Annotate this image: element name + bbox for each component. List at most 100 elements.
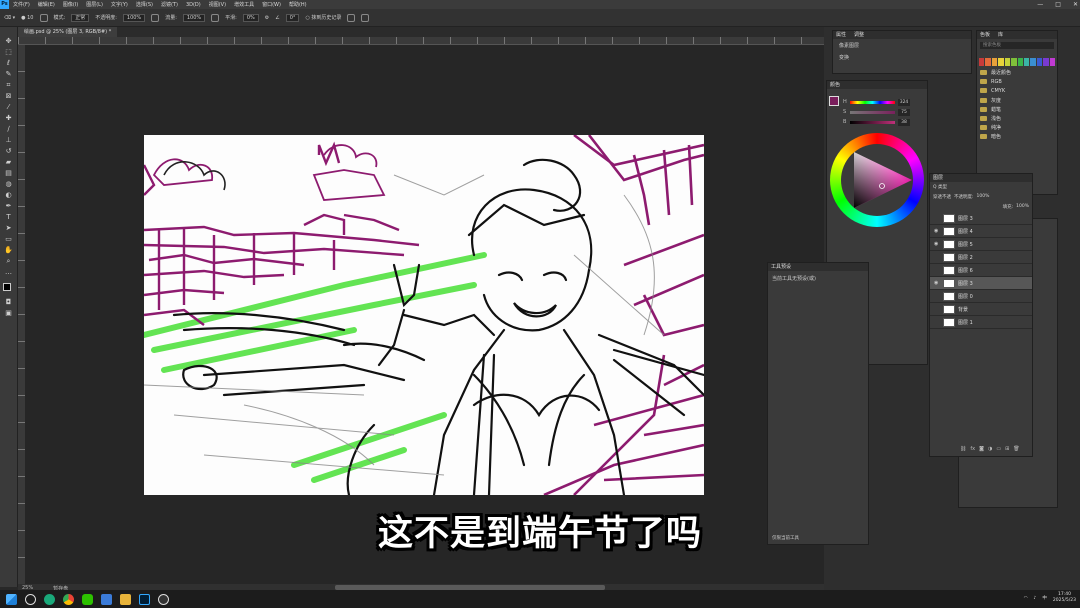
- stamp-icon[interactable]: ⊥: [4, 136, 13, 145]
- pressure-size-icon[interactable]: [347, 13, 356, 22]
- wechat-icon[interactable]: [82, 593, 93, 605]
- eraser-tool-icon[interactable]: ⌫ ▾: [4, 15, 15, 21]
- swatch-color[interactable]: [1036, 58, 1043, 66]
- layer-row[interactable]: 图层 2: [930, 251, 1032, 264]
- brightness-slider[interactable]: [850, 120, 895, 124]
- quick-select-icon[interactable]: ✎: [4, 70, 13, 79]
- more-icon[interactable]: …: [4, 268, 13, 277]
- menu-filter[interactable]: 滤镜(T): [157, 1, 182, 8]
- swatch-folder[interactable]: CMYK: [977, 86, 1057, 95]
- crop-icon[interactable]: ⌗: [4, 81, 13, 90]
- erase-history-checkbox[interactable]: ○ 抹到历史记录: [305, 14, 341, 21]
- swatch-color[interactable]: [991, 58, 998, 66]
- airbrush-icon[interactable]: [211, 13, 220, 22]
- eye-icon[interactable]: ◉: [934, 280, 940, 286]
- menu-plugins[interactable]: 增效工具: [230, 1, 258, 8]
- layer-row[interactable]: ◉ 图层 5: [930, 238, 1032, 251]
- marquee-icon[interactable]: ⬚: [4, 48, 13, 57]
- obs-icon[interactable]: [158, 593, 169, 605]
- layer-row[interactable]: 图层 1: [930, 316, 1032, 329]
- move-icon[interactable]: ✥: [4, 37, 13, 46]
- eyedropper-icon[interactable]: ⁄: [4, 103, 13, 112]
- swatch-color[interactable]: [1017, 58, 1023, 66]
- path-select-icon[interactable]: ➤: [4, 224, 13, 233]
- flow-field[interactable]: 100%: [182, 13, 206, 22]
- menu-3d[interactable]: 3D(D): [182, 2, 205, 8]
- swatch-folder[interactable]: 灰度: [977, 96, 1057, 105]
- mode-select[interactable]: 正常: [71, 13, 90, 22]
- swatch-color[interactable]: [1043, 58, 1049, 66]
- vertical-ruler[interactable]: [18, 45, 25, 585]
- menu-type[interactable]: 文字(Y): [107, 1, 132, 8]
- layer-kind-filter[interactable]: Q 类型: [933, 184, 947, 190]
- transform-label[interactable]: 变换: [833, 52, 971, 63]
- layer-opacity-field[interactable]: 100%: [977, 194, 990, 200]
- tab-libraries[interactable]: 库: [998, 31, 1003, 39]
- pen-icon[interactable]: ✒: [4, 202, 13, 211]
- swatch-color[interactable]: [979, 58, 985, 66]
- current-tool-only-checkbox[interactable]: 仅限当前工具: [772, 535, 799, 541]
- drawing-canvas[interactable]: [144, 135, 704, 495]
- quick-mask-icon[interactable]: ◘: [4, 298, 13, 307]
- swatch-color[interactable]: [1030, 58, 1036, 66]
- screen-mode-icon[interactable]: ▣: [4, 309, 13, 318]
- shape-icon[interactable]: ▭: [4, 235, 13, 244]
- trash-icon[interactable]: 🗑: [1013, 446, 1019, 452]
- clock[interactable]: 17:40 2025/5/23: [1053, 592, 1076, 604]
- brightness-value[interactable]: 38: [898, 118, 910, 126]
- swatch-color[interactable]: [1023, 58, 1030, 66]
- type-icon[interactable]: T: [4, 213, 13, 222]
- layer-row[interactable]: 图层 0: [930, 290, 1032, 303]
- folder-icon[interactable]: [120, 593, 131, 605]
- swatch-folder[interactable]: RGB: [977, 77, 1057, 86]
- fx-icon[interactable]: fx: [970, 446, 975, 452]
- photoshop-logo-icon[interactable]: Ps: [0, 0, 9, 9]
- hand-icon[interactable]: ✋: [4, 246, 13, 255]
- swatch-folder[interactable]: 最近颜色: [977, 68, 1057, 77]
- gradient-icon[interactable]: ▤: [4, 169, 13, 178]
- menu-help[interactable]: 帮助(H): [285, 1, 311, 8]
- start-icon[interactable]: [6, 593, 17, 605]
- swatch-folder[interactable]: 纯净: [977, 123, 1057, 132]
- hue-value[interactable]: 324: [898, 98, 910, 106]
- history-brush-icon[interactable]: ↺: [4, 147, 13, 156]
- explorer-icon[interactable]: [101, 593, 112, 605]
- fill-field[interactable]: 100%: [1016, 204, 1029, 210]
- zoom-icon[interactable]: ⌕: [4, 257, 13, 266]
- menu-window[interactable]: 窗口(W): [258, 1, 285, 8]
- document-tab[interactable]: 绘画.psd @ 25% (图层 3, RGB/8#) *: [18, 27, 118, 37]
- tab-properties[interactable]: 属性: [836, 31, 846, 39]
- swatch-folder[interactable]: 暗色: [977, 132, 1057, 141]
- swatch-search-input[interactable]: 搜索色板: [980, 42, 1054, 49]
- tab-swatches[interactable]: 色板: [980, 31, 990, 39]
- adjustment-icon[interactable]: ◑: [988, 446, 992, 452]
- lasso-icon[interactable]: ℓ: [4, 59, 13, 68]
- brush-preset-picker[interactable]: ● 10: [21, 15, 33, 21]
- swatch-color[interactable]: [1004, 58, 1011, 66]
- angle-field[interactable]: 0°: [285, 13, 300, 22]
- layer-row[interactable]: 图层 6: [930, 264, 1032, 277]
- saturation-slider[interactable]: [850, 110, 895, 114]
- photoshop-icon[interactable]: [139, 593, 150, 605]
- menu-layer[interactable]: 图层(L): [82, 1, 107, 8]
- edge-icon[interactable]: [44, 593, 55, 605]
- dodge-icon[interactable]: ◐: [4, 191, 13, 200]
- pressure-opacity-icon[interactable]: [151, 13, 160, 22]
- close-button[interactable]: ✕: [1073, 0, 1078, 9]
- menu-file[interactable]: 文件(F): [9, 1, 34, 8]
- blur-icon[interactable]: ◍: [4, 180, 13, 189]
- menu-select[interactable]: 选择(S): [132, 1, 157, 8]
- brush-icon[interactable]: ∕: [4, 125, 13, 134]
- chrome-icon[interactable]: [63, 593, 74, 605]
- swatch-color[interactable]: [985, 58, 991, 66]
- layer-row[interactable]: ◉ 图层 3: [930, 277, 1032, 290]
- healing-icon[interactable]: ✚: [4, 114, 13, 123]
- color-triangle[interactable]: [840, 146, 916, 214]
- new-layer-icon[interactable]: ⊞: [1005, 446, 1009, 452]
- input-language[interactable]: 中: [1042, 595, 1047, 601]
- gear-icon[interactable]: ⚙: [265, 15, 269, 21]
- layer-row[interactable]: 图层 3: [930, 212, 1032, 225]
- search-icon[interactable]: [25, 593, 36, 605]
- layer-row[interactable]: 背景: [930, 303, 1032, 316]
- wifi-icon[interactable]: ◠: [1024, 596, 1028, 601]
